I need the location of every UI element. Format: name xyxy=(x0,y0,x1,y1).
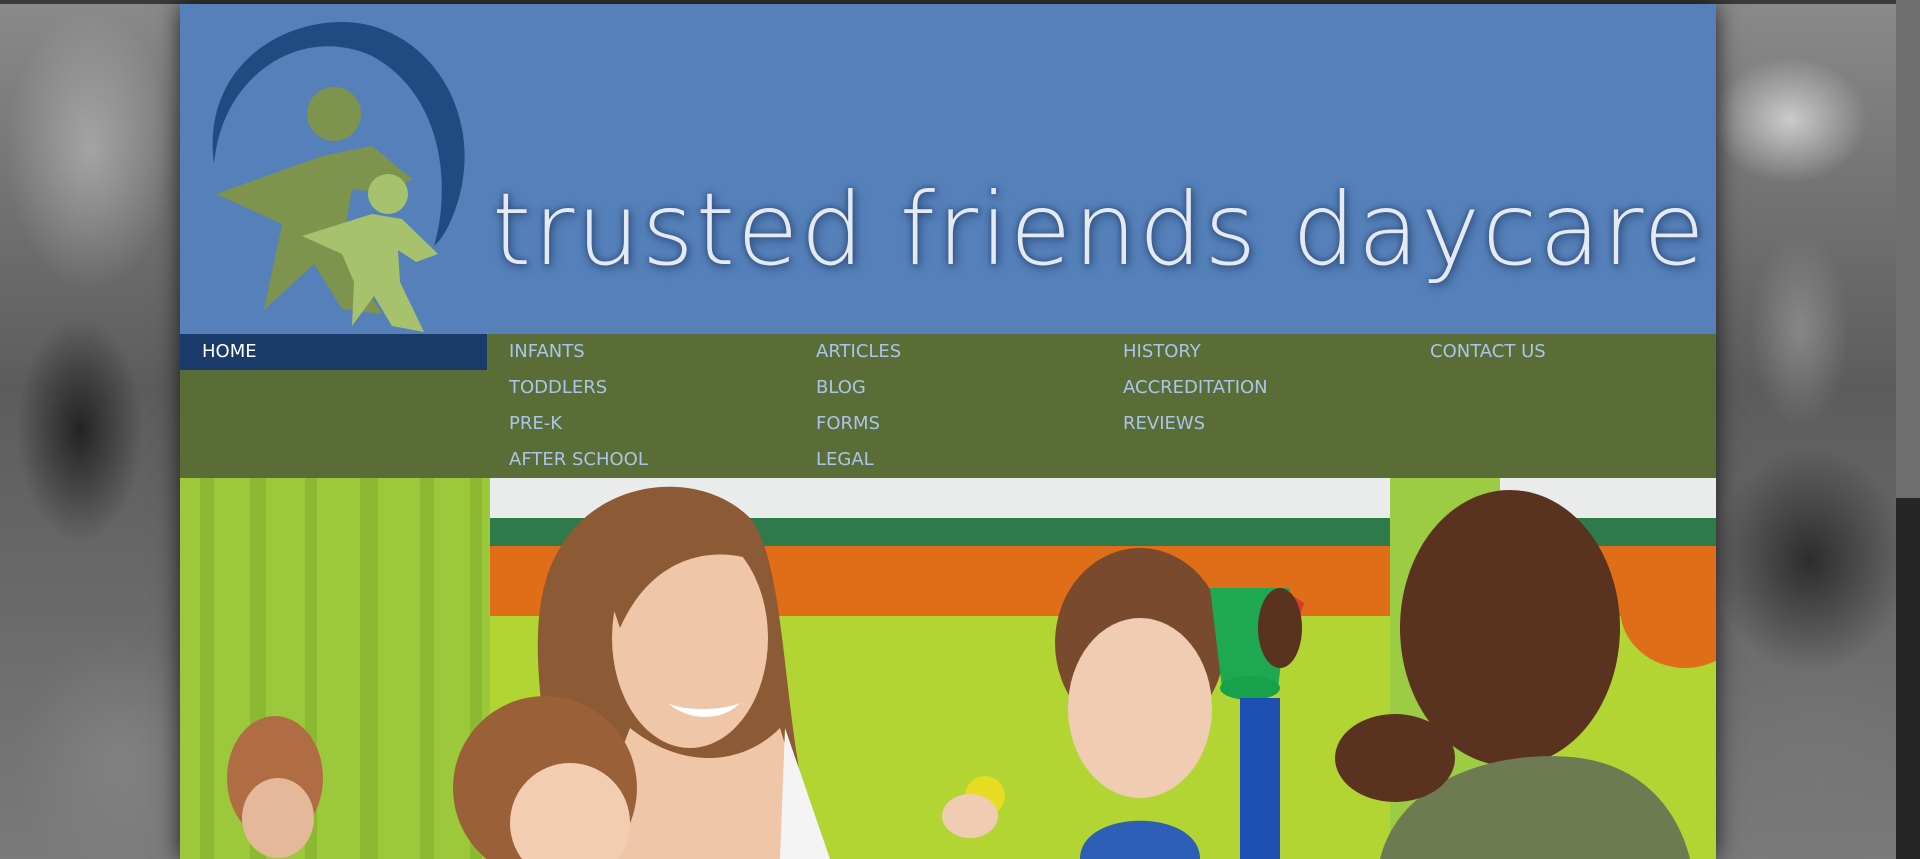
nav-item-history[interactable]: HISTORY xyxy=(1101,334,1408,370)
nav-item-pre-k[interactable]: PRE-K xyxy=(487,406,794,442)
nav-item-forms[interactable]: FORMS xyxy=(794,406,1101,442)
family-logo-icon[interactable] xyxy=(202,14,478,334)
nav-column-programs: INFANTS TODDLERS PRE-K AFTER SCHOOL xyxy=(487,334,794,478)
nav-item-infants[interactable]: INFANTS xyxy=(487,334,794,370)
nav-column-contact: CONTACT US xyxy=(1408,334,1715,370)
nav-item-reviews[interactable]: REVIEWS xyxy=(1101,406,1408,442)
site-header: trusted friends daycare xyxy=(180,4,1716,334)
nav-item-contact-us[interactable]: CONTACT US xyxy=(1408,334,1715,370)
nav-item-home[interactable]: HOME xyxy=(180,334,487,370)
nav-item-legal[interactable]: LEGAL xyxy=(794,442,1101,478)
hero-photo xyxy=(180,478,1716,859)
nav-item-blog[interactable]: BLOG xyxy=(794,370,1101,406)
site-title[interactable]: trusted friends daycare xyxy=(492,180,1716,320)
nav-item-accreditation[interactable]: ACCREDITATION xyxy=(1101,370,1408,406)
nav-column-about: HISTORY ACCREDITATION REVIEWS xyxy=(1101,334,1408,442)
nav-item-after-school[interactable]: AFTER SCHOOL xyxy=(487,442,794,478)
page-container: trusted friends daycare HOME INFANTS TOD… xyxy=(180,4,1716,859)
teacher-with-children-photo xyxy=(180,478,1716,859)
nav-item-toddlers[interactable]: TODDLERS xyxy=(487,370,794,406)
scrollbar-thumb[interactable] xyxy=(1896,498,1920,859)
main-navigation: HOME INFANTS TODDLERS PRE-K AFTER SCHOOL… xyxy=(180,334,1716,478)
nav-column-resources: ARTICLES BLOG FORMS LEGAL xyxy=(794,334,1101,478)
nav-item-articles[interactable]: ARTICLES xyxy=(794,334,1101,370)
